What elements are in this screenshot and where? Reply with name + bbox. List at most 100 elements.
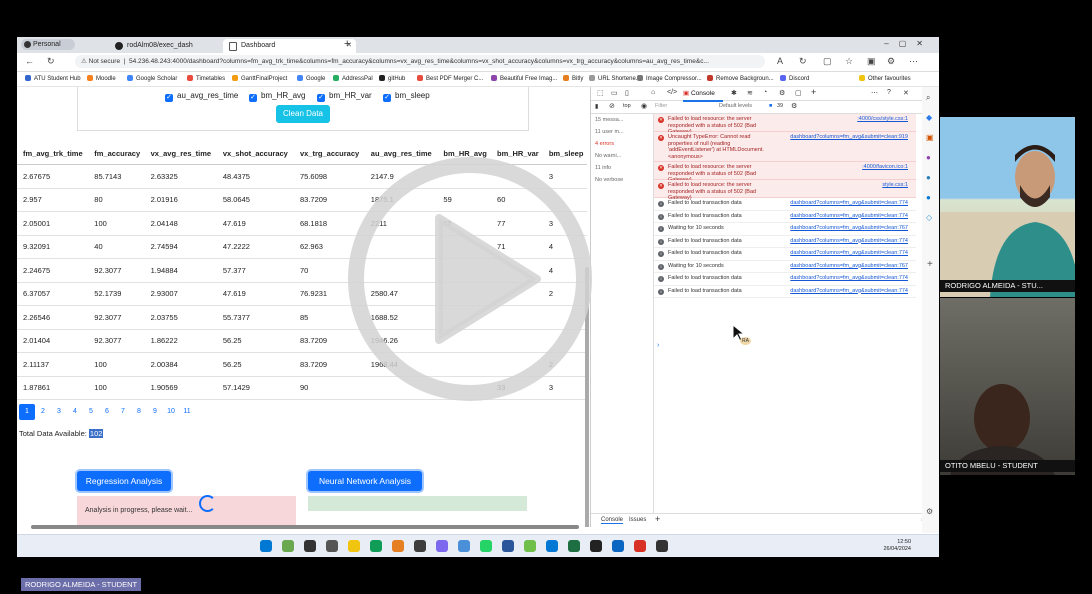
page-link[interactable]: 9 (147, 404, 163, 420)
sidebar-icon[interactable]: ▮ (595, 103, 598, 110)
tab-github[interactable]: rodAlm08/exec_dash ✕ (109, 39, 237, 53)
log-levels-select[interactable]: Default levels (719, 103, 752, 109)
search-icon[interactable]: ⌕ (926, 93, 930, 103)
context-select[interactable]: top (623, 103, 631, 109)
taskbar-app-icon[interactable] (546, 540, 558, 552)
elements-icon[interactable]: </> (667, 89, 677, 96)
checkbox-bm-sleep[interactable]: ✓ bm_sleep (383, 91, 430, 102)
console-source-link[interactable]: dashboard?columns=fm_avg&submit=clean:77… (790, 200, 908, 207)
sources-icon[interactable]: ✱ (731, 89, 737, 97)
help-icon[interactable]: ? (887, 89, 891, 96)
checkbox-bm-hr-avg[interactable]: ✓ bm_HR_avg (249, 91, 305, 102)
console-source-link[interactable]: dashboard?columns=fm_avg&submit=clean:77… (790, 250, 908, 257)
console-source-link[interactable]: dashboard?columns=fm_avg&submit=clean:76… (790, 263, 908, 270)
bookmark-item[interactable]: Google Scholar (127, 75, 177, 82)
memory-icon[interactable]: ⚙ (779, 89, 785, 97)
bookmark-item[interactable]: gitHub (379, 75, 405, 82)
collections-icon[interactable]: ▣ (867, 56, 876, 67)
eye-icon[interactable]: ◉ (641, 102, 647, 110)
taskbar-app-icon[interactable] (480, 540, 492, 552)
taskbar-app-icon[interactable] (304, 540, 316, 552)
bookmark-item[interactable]: Image Compressor... (637, 75, 702, 82)
bookmark-item[interactable]: Bitly (563, 75, 583, 82)
issues-icon[interactable]: ■ (769, 103, 772, 109)
sidebar-settings-icon[interactable]: ⚙ (926, 507, 933, 516)
column-header[interactable]: fm_accuracy (88, 142, 145, 165)
url-input[interactable]: ⚠ Not secure | 54.236.48.243:4000/dashbo… (75, 55, 765, 68)
sidebar-toggle-icon[interactable]: ▯ (625, 89, 629, 97)
add-drawer-tab-icon[interactable]: + (655, 514, 660, 524)
bookmark-item[interactable]: URL Shortene... (589, 75, 641, 82)
new-tab-button[interactable]: + (344, 38, 350, 50)
console-source-link[interactable]: dashboard?columns=fm_avg&submit=clean:77… (790, 213, 908, 220)
more-tools-icon[interactable]: + (811, 87, 816, 97)
console-source-link[interactable]: dashboard?columns=fm_avg&submit=clean:76… (790, 225, 908, 232)
sidebar-warnings[interactable]: No warni... (595, 153, 621, 159)
taskbar-app-icon[interactable] (260, 540, 272, 552)
drawer-tab-console[interactable]: Console (601, 517, 624, 524)
taskbar-app-icon[interactable] (414, 540, 426, 552)
device-toolbar-icon[interactable]: ▭ (611, 89, 618, 97)
page-link[interactable]: 2 (35, 404, 51, 420)
application-icon[interactable]: ▢ (795, 89, 802, 97)
page-link[interactable]: 8 (131, 404, 147, 420)
tools-icon[interactable]: ▣ (926, 133, 934, 142)
bookmark-item[interactable]: Remove Backgroun... (707, 75, 774, 82)
inspect-icon[interactable]: ⬚ (597, 89, 604, 97)
add-sidebar-app-icon[interactable]: + (927, 259, 933, 270)
regression-analysis-button[interactable]: Regression Analysis (77, 471, 171, 491)
scrollbar-thumb[interactable] (31, 525, 579, 529)
sidebar-verbose[interactable]: No verbose (595, 177, 623, 183)
bookmark-item[interactable]: ATU Student Hub (25, 75, 81, 82)
performance-icon[interactable]: ◔ (763, 89, 767, 96)
page-link[interactable]: 3 (51, 404, 67, 420)
window-controls[interactable]: –▢✕ (884, 39, 933, 48)
bookmark-item[interactable]: Other favourites (859, 75, 911, 82)
reload-icon[interactable]: ↻ (47, 56, 55, 67)
taskbar-app-icon[interactable] (568, 540, 580, 552)
taskbar-app-icon[interactable] (590, 540, 602, 552)
bookmark-item[interactable]: Google (297, 75, 325, 82)
checkbox-au-avg-res-time[interactable]: ✓ au_avg_res_time (165, 91, 238, 102)
checkbox-bm-hr-var[interactable]: ✓ bm_HR_var (317, 91, 372, 102)
column-header[interactable]: vx_avg_res_time (144, 142, 217, 165)
extensions-icon[interactable]: ⚙ (887, 56, 895, 67)
back-icon[interactable]: ← (25, 56, 34, 66)
column-header[interactable]: fm_avg_trk_time (17, 142, 89, 165)
bookmark-item[interactable]: Moodle (87, 75, 116, 82)
neural-network-analysis-button[interactable]: Neural Network Analysis (308, 471, 422, 491)
taskbar-app-icon[interactable] (524, 540, 536, 552)
issues-count[interactable]: 39 (777, 103, 783, 109)
drop-icon[interactable]: ◇ (926, 213, 932, 222)
outlook-icon[interactable]: ● (926, 193, 931, 202)
split-screen-icon[interactable]: ▢ (823, 56, 832, 67)
clean-data-button[interactable]: Clean Data (276, 105, 330, 123)
profile-button[interactable]: Personal (21, 39, 75, 50)
taskbar-app-icon[interactable] (656, 540, 668, 552)
drawer-tab-issues[interactable]: Issues (629, 517, 646, 523)
bookmark-item[interactable]: AddressPal (333, 75, 373, 82)
horizontal-scrollbar[interactable] (17, 525, 589, 530)
page-link[interactable]: 11 (179, 404, 195, 420)
console-source-link[interactable]: dashboard?columns=fm_avg&submit=clean:77… (790, 275, 908, 282)
close-devtools-icon[interactable]: ✕ (903, 89, 909, 97)
bookmark-item[interactable]: Beautiful Free Imag... (491, 75, 557, 82)
taskbar-app-icon[interactable] (612, 540, 624, 552)
console-source-link[interactable]: :4000/favicon.ico:1 (862, 164, 908, 171)
taskbar-app-icon[interactable] (458, 540, 470, 552)
more-options-icon[interactable]: ⋯ (871, 89, 878, 97)
page-link[interactable]: 5 (83, 404, 99, 420)
bookmark-item[interactable]: Timetables (187, 75, 225, 82)
tab-console[interactable]: ▣ Console (683, 87, 723, 102)
console-source-link[interactable]: dashboard?columns=fm_avg&submit=clean:77… (790, 238, 908, 245)
sidebar-info[interactable]: 11 info (595, 165, 611, 171)
taskbar-app-icon[interactable] (392, 540, 404, 552)
shopping-icon[interactable]: ◆ (926, 113, 932, 122)
console-source-link[interactable]: :4000/css/style.css:1 (857, 116, 908, 123)
clear-console-icon[interactable]: ⊘ (609, 102, 615, 110)
taskbar-app-icon[interactable] (502, 540, 514, 552)
taskbar-app-icon[interactable] (370, 540, 382, 552)
read-aloud-icon[interactable]: A (777, 56, 783, 66)
system-clock[interactable]: 12:50 26/04/2024 (883, 539, 911, 553)
more-menu-icon[interactable]: ⋯ (909, 56, 918, 67)
